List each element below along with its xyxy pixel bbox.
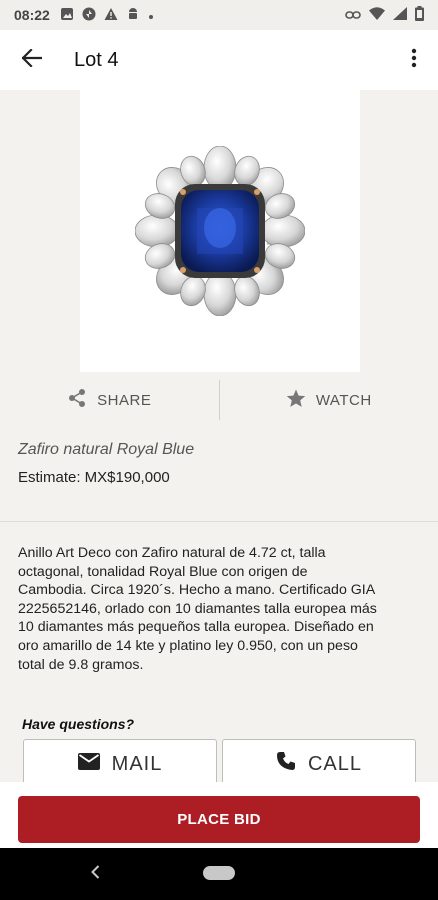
more-vertical-icon [411, 48, 417, 73]
questions-heading: Have questions? [22, 716, 135, 732]
lot-description: Anillo Art Deco con Zafiro natural de 4.… [18, 544, 422, 674]
lot-image[interactable] [80, 90, 360, 372]
back-button[interactable] [4, 30, 60, 90]
nav-back-button[interactable] [88, 862, 102, 886]
pinwheel-icon [82, 7, 96, 24]
description-line: octagonal, tonalidad Royal Blue con orig… [18, 563, 308, 580]
lot-title: Zafiro natural Royal Blue [18, 441, 195, 458]
watch-label: WATCH [315, 391, 372, 409]
overflow-menu-button[interactable] [390, 30, 438, 90]
lot-actions: SHARE WATCH [0, 380, 438, 420]
share-icon [67, 388, 87, 412]
page-title: Lot 4 [74, 48, 119, 71]
description-line: 2225652146, orlado con 10 diamantes tall… [18, 600, 377, 617]
description-line: Anillo Art Deco con Zafiro natural de 4.… [18, 545, 326, 561]
call-label: CALL [307, 752, 363, 775]
wifi-icon [369, 7, 385, 23]
status-bar: 08:22 [0, 0, 438, 30]
place-bid-button[interactable]: PLACE BID [18, 796, 420, 843]
description-line: total de 9.8 gramos. [18, 656, 144, 673]
phone-icon [276, 751, 296, 777]
description-line: Cambodia. Circa 1920´s. Hecho a mano. Ce… [18, 582, 376, 599]
share-button[interactable]: SHARE [0, 380, 219, 420]
link-icon [345, 7, 361, 23]
mail-icon [77, 752, 100, 776]
description-line: 10 diamantes más pequeños talla europea.… [18, 619, 374, 636]
app-bar: Lot 4 [0, 30, 438, 90]
star-icon [286, 389, 306, 412]
status-time: 08:22 [14, 7, 50, 23]
nav-home-pill[interactable] [203, 866, 235, 880]
divider [0, 521, 438, 522]
lot-estimate: Estimate: MX$190,000 [18, 469, 170, 486]
mail-label: MAIL [111, 752, 163, 775]
signal-icon [393, 7, 407, 23]
android-icon [126, 7, 140, 24]
battery-icon [415, 6, 424, 24]
dot-icon [148, 7, 154, 23]
share-label: SHARE [97, 391, 152, 409]
arrow-back-icon [21, 47, 43, 72]
chevron-left-icon [90, 864, 100, 884]
watch-button[interactable]: WATCH [220, 380, 438, 420]
ring-image [135, 146, 305, 316]
warning-icon [104, 7, 118, 24]
description-line: oro amarillo de 14 kte y platino ley 0.9… [18, 637, 358, 654]
gallery-icon [60, 7, 74, 24]
